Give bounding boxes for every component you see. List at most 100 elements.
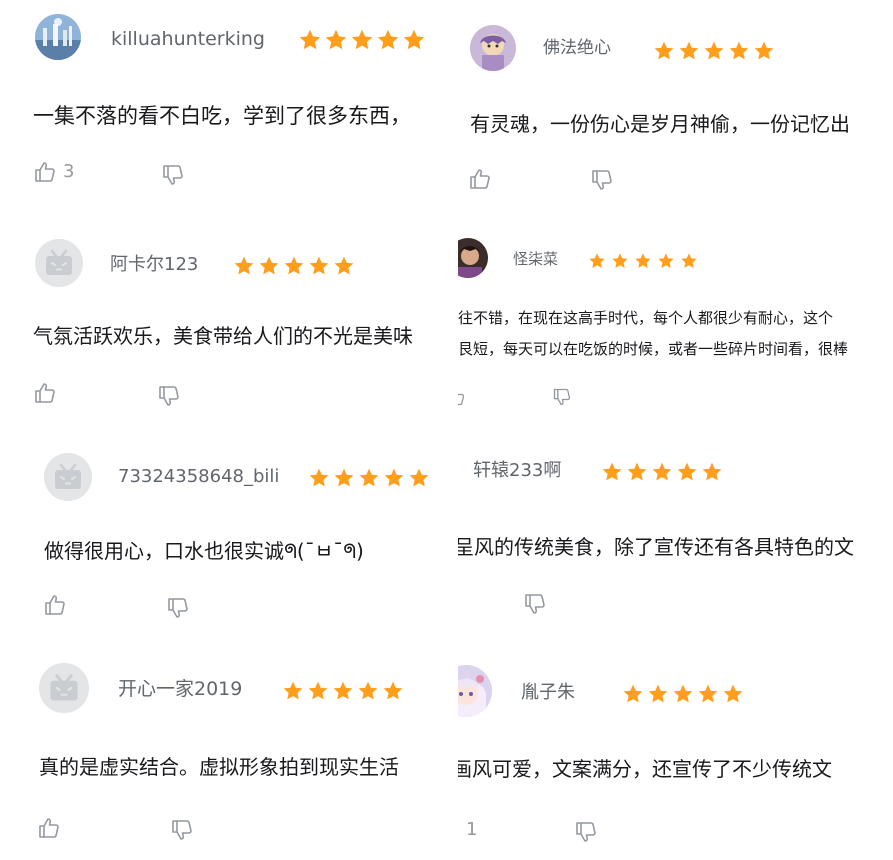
star-icon: [284, 256, 304, 275]
star-icon: [283, 681, 303, 700]
review-text: 画风可爱，文案满分，还宣传了不少传统文: [458, 757, 832, 781]
user-avatar[interactable]: [470, 25, 516, 71]
star-icon: [654, 41, 674, 60]
star-icon: [679, 41, 699, 60]
review-text: 真的是虚实结合。虚拟形象拍到现实生活: [39, 755, 399, 779]
dislike-button[interactable]: [552, 387, 572, 407]
dislike-button[interactable]: [166, 596, 190, 620]
star-rating: [308, 467, 433, 489]
user-avatar[interactable]: [44, 453, 92, 501]
dislike-button[interactable]: [157, 384, 181, 408]
review-text: 艮短，每天可以在吃饭的时候，或者一些碎片时间看，很棒: [458, 340, 849, 358]
thumbs-up-icon: [39, 818, 59, 838]
review-text: 往不错，在现在这高手时代，每个人都很少有耐心，这个: [458, 309, 834, 327]
star-icon: [309, 468, 329, 487]
dislike-button[interactable]: [161, 163, 185, 187]
like-button[interactable]: [33, 381, 63, 405]
thumbs-up-icon: [35, 383, 55, 403]
star-icon: [704, 41, 724, 60]
star-rating: [233, 255, 358, 277]
username[interactable]: killuahunterking: [111, 30, 265, 49]
star-icon: [612, 253, 628, 268]
star-icon: [309, 256, 329, 275]
thumbs-down-icon: [172, 820, 192, 840]
star-icon: [673, 684, 693, 703]
review-text: 有灵魂，一份伤心是岁月神偷，一份记忆出: [470, 112, 850, 136]
like-button[interactable]: [458, 387, 472, 407]
star-icon: [325, 29, 347, 50]
like-count: 1: [466, 819, 478, 840]
avatar-photo: [458, 238, 488, 278]
star-icon: [377, 29, 399, 50]
user-avatar[interactable]: [458, 665, 492, 717]
thumbs-down-icon: [553, 388, 571, 406]
star-rating: [653, 40, 778, 62]
username[interactable]: 佛法绝心: [543, 40, 611, 57]
user-avatar[interactable]: [35, 14, 81, 60]
username[interactable]: 胤子朱: [521, 684, 575, 702]
star-icon: [351, 29, 373, 50]
bilibili-tv-icon: [44, 453, 92, 501]
star-rating: [601, 461, 726, 483]
like-button[interactable]: [43, 593, 73, 617]
review-text: 气氛活跃欢乐，美食带给人们的不光是美味: [33, 324, 413, 348]
review-card: killuahunterking 一集不落的看不白吃，学到了很多东西， 3: [25, 8, 446, 208]
star-icon: [723, 684, 743, 703]
dislike-button[interactable]: [574, 820, 598, 844]
star-icon: [259, 256, 279, 275]
star-rating: [298, 28, 428, 52]
dislike-button[interactable]: [523, 592, 547, 616]
review-text: 做得很用心，口水也很实诚ᖗ(¯ㅂ¯ᖗ): [44, 539, 364, 563]
user-avatar[interactable]: [39, 663, 89, 713]
star-icon: [403, 29, 425, 50]
like-button[interactable]: [37, 816, 67, 840]
username[interactable]: 怪柒菜: [513, 252, 558, 267]
star-icon: [681, 253, 697, 268]
bilibili-tv-icon: [39, 663, 89, 713]
thumbs-down-icon: [163, 165, 183, 185]
star-icon: [648, 684, 668, 703]
star-icon: [754, 41, 774, 60]
star-rating: [622, 683, 747, 705]
star-icon: [602, 462, 622, 481]
review-card: 73324358648_bili 做得很用心，口水也很实诚ᖗ(¯ㅂ¯ᖗ): [30, 445, 446, 645]
user-avatar[interactable]: [35, 239, 83, 287]
star-icon: [635, 253, 651, 268]
star-icon: [383, 681, 403, 700]
thumbs-down-icon: [525, 594, 545, 614]
review-card: 佛法绝心 有灵魂，一份伤心是岁月神偷，一份记忆出: [458, 18, 893, 213]
username[interactable]: 开心一家2019: [118, 680, 242, 699]
thumbs-down-icon: [168, 598, 188, 618]
star-icon: [333, 681, 353, 700]
star-icon: [652, 462, 672, 481]
review-text: 一集不落的看不白吃，学到了很多东西，: [33, 104, 411, 128]
review-card: 怪柒菜 往不错，在现在这高手时代，每个人都很少有耐心，这个 艮短，每天可以在吃饭…: [458, 232, 893, 417]
star-icon: [358, 681, 378, 700]
username[interactable]: 轩辕233啊: [473, 462, 561, 480]
thumbs-up-icon: [458, 393, 465, 406]
avatar-illustration: [470, 25, 516, 71]
star-icon: [677, 462, 697, 481]
thumbs-down-icon: [592, 170, 612, 190]
avatar-anime: [458, 665, 492, 717]
thumbs-up-icon: [458, 818, 460, 842]
review-card: 胤子朱 画风可爱，文案满分，还宣传了不少传统文 1: [458, 655, 893, 860]
review-card: 轩辕233啊 呈风的传统美食，除了宣传还有各具特色的文: [458, 445, 893, 640]
username[interactable]: 阿卡尔123: [110, 256, 198, 274]
like-button[interactable]: 3: [33, 160, 74, 184]
like-button[interactable]: [468, 167, 498, 191]
dislike-button[interactable]: [590, 168, 614, 192]
thumbs-up-icon: [35, 162, 55, 182]
star-icon: [409, 468, 429, 487]
star-icon: [334, 468, 354, 487]
avatar-photo: [35, 14, 81, 60]
star-icon: [334, 256, 354, 275]
review-text: 呈风的传统美食，除了宣传还有各具特色的文: [458, 535, 854, 559]
review-card: 阿卡尔123 气氛活跃欢乐，美食带给人们的不光是美味: [25, 232, 446, 432]
dislike-button[interactable]: [170, 818, 194, 842]
thumbs-down-icon: [576, 822, 596, 842]
like-button[interactable]: 1: [458, 818, 477, 842]
star-icon: [234, 256, 254, 275]
user-avatar[interactable]: [458, 238, 488, 278]
username[interactable]: 73324358648_bili: [118, 468, 279, 486]
